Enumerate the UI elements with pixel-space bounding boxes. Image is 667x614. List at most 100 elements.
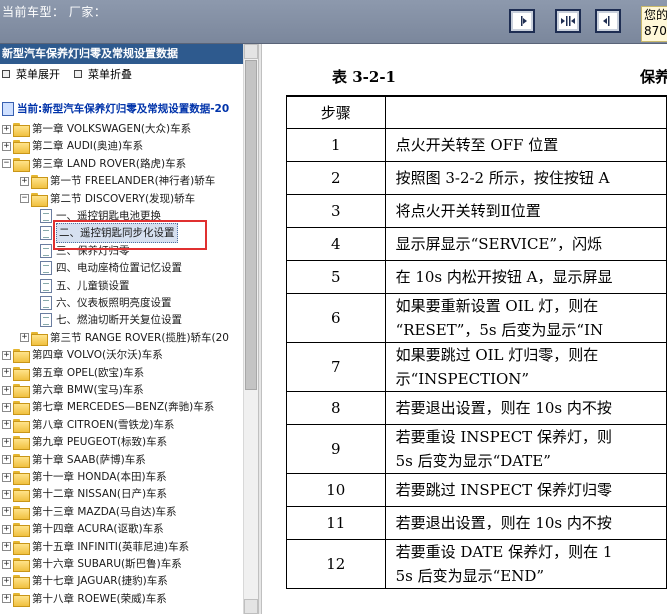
- fit-page-button[interactable]: [555, 9, 581, 33]
- tree-item-label: 第十五章 INFINITI(英菲尼迪)车系: [32, 540, 190, 553]
- next-page-button[interactable]: [595, 9, 621, 33]
- tree-folder-item[interactable]: + 第五章 OPEL(欧宝)车系: [2, 364, 144, 382]
- expand-toggle-icon[interactable]: +: [2, 524, 11, 534]
- tree-item-label: 第二章 AUDI(奥迪)车系: [32, 140, 144, 153]
- tree-item-label: 第三节 RANGE ROVER(揽胜)轿车(20: [50, 331, 229, 344]
- tree-controls: 菜单展开 菜单折叠: [0, 64, 258, 84]
- tree-folder-item[interactable]: − 第三章 LAND ROVER(路虎)车系: [2, 155, 186, 173]
- expand-toggle-icon[interactable]: +: [2, 124, 11, 134]
- tree-item-label: 第十一章 HONDA(本田)车系: [32, 471, 167, 483]
- expand-toggle-icon[interactable]: +: [2, 455, 11, 465]
- folder-icon: [13, 540, 30, 555]
- description-line: 若要退出设置，则在 10s 内不按: [395, 398, 612, 417]
- step-description: 在 10s 内松开按钮 A，显示屏显: [384, 259, 667, 294]
- tree-folder-item[interactable]: + 第三节 RANGE ROVER(揽胜)轿车(20: [20, 329, 229, 347]
- expand-all-label: 菜单展开: [16, 68, 60, 81]
- step-description: 如果要重新设置 OIL 灯，则在 “RESET”，5s 后变为显示“IN: [384, 292, 667, 343]
- description-line: 若要重设 INSPECT 保养灯，则: [395, 427, 612, 446]
- tree-leaf-item[interactable]: 三、保养灯归零: [40, 242, 130, 260]
- tree-leaf-item[interactable]: 一、遥控钥匙电池更换: [40, 207, 161, 225]
- table-row: 6 如果要重新设置 OIL 灯，则在 “RESET”，5s 后变为显示“IN: [286, 292, 667, 343]
- expand-toggle-icon[interactable]: +: [2, 368, 11, 378]
- tree-folder-item[interactable]: + 第二章 AUDI(奥迪)车系: [2, 137, 143, 155]
- expand-toggle-icon[interactable]: +: [2, 141, 11, 151]
- expand-toggle-icon[interactable]: +: [2, 576, 11, 586]
- tree-folder-item[interactable]: + 第十七章 JAGUAR(捷豹)车系: [2, 572, 168, 590]
- tree-root-item[interactable]: 当前:新型汽车保养灯归零及常规设置数据-20: [2, 100, 229, 118]
- tree-folder-item[interactable]: + 第十四章 ACURA(讴歌)车系: [2, 520, 164, 538]
- tree-folder-item[interactable]: + 第八章 CITROEN(雪铁龙)车系: [2, 416, 174, 434]
- tree-folder-item[interactable]: + 第十三章 MAZDA(马自达)车系: [2, 503, 177, 521]
- folder-icon: [13, 505, 30, 520]
- document-icon: [40, 261, 52, 276]
- tree-folder-item[interactable]: + 第十一章 HONDA(本田)车系: [2, 468, 167, 486]
- scrollbar-thumb[interactable]: [245, 60, 257, 390]
- expand-toggle-icon[interactable]: +: [2, 507, 11, 517]
- document-view: 表 3-2-1 保养 步骤 1 点火开关转至 OFF 位置 2 按照图 3-2-2 所…: [262, 44, 667, 614]
- scroll-down-arrow[interactable]: [244, 599, 258, 614]
- expand-toggle-icon[interactable]: +: [2, 385, 11, 395]
- tree-item-label: 二、遥控钥匙同步化设置: [56, 223, 178, 244]
- tree-item-label: 第十七章 JAGUAR(捷豹)车系: [32, 575, 168, 588]
- scroll-up-arrow[interactable]: [244, 44, 258, 59]
- current-car-type-label: 当前车型： 厂家：: [2, 5, 107, 19]
- tree-folder-item[interactable]: + 第十五章 INFINITI(英菲尼迪)车系: [2, 538, 189, 556]
- expand-toggle-icon[interactable]: +: [2, 542, 11, 552]
- expand-toggle-icon[interactable]: +: [2, 402, 11, 412]
- description-line: 点火开关转至 OFF 位置: [395, 135, 559, 154]
- document-icon: [40, 226, 52, 241]
- tree-leaf-item[interactable]: 四、电动座椅位置记忆设置: [40, 259, 182, 277]
- tree-leaf-item[interactable]: 二、遥控钥匙同步化设置: [40, 223, 178, 244]
- tree-folder-item[interactable]: + 第十章 SAAB(萨博)车系: [2, 451, 146, 469]
- collapse-all-button[interactable]: 菜单折叠: [74, 66, 132, 82]
- folder-icon: [13, 592, 30, 607]
- tree-leaf-item[interactable]: 六、仪表板照明亮度设置: [40, 294, 172, 312]
- greeting-text: 您的: [644, 8, 667, 22]
- tree-folder-item[interactable]: + 第一章 VOLKSWAGEN(大众)车系: [2, 120, 191, 138]
- table-row: 4 显示屏显示“SERVICE”，闪烁: [286, 226, 667, 261]
- folder-icon: [13, 123, 30, 137]
- expand-toggle-icon[interactable]: +: [2, 489, 11, 499]
- prev-page-button[interactable]: [509, 9, 535, 33]
- tree-folder-item[interactable]: + 第四章 VOLVO(沃尔沃)车系: [2, 346, 163, 364]
- step-description: 若要重设 INSPECT 保养灯，则 5s 后变为显示“DATE”: [384, 423, 667, 474]
- expand-toggle-icon[interactable]: +: [20, 176, 29, 186]
- collapse-toggle-icon[interactable]: −: [20, 194, 29, 204]
- expand-toggle-icon[interactable]: +: [2, 437, 11, 447]
- table-header-row: 步骤: [286, 95, 667, 129]
- expand-toggle-icon[interactable]: +: [2, 559, 11, 569]
- expand-toggle-icon[interactable]: +: [20, 333, 29, 343]
- next-arrow-icon: [603, 16, 610, 26]
- tree-folder-item[interactable]: − 第二节 DISCOVERY(发现)轿车: [20, 190, 195, 208]
- step-description: 点火开关转至 OFF 位置: [384, 127, 667, 162]
- expand-toggle-icon[interactable]: +: [2, 420, 11, 430]
- tree-folder-item[interactable]: + 第十六章 SUBARU(斯巴鲁)车系: [2, 555, 182, 573]
- tree-folder-item[interactable]: + 第十二章 NISSAN(日产)车系: [2, 485, 167, 503]
- folder-icon: [31, 331, 48, 346]
- tree-folder-item[interactable]: + 第七章 MERCEDES—BENZ(奔驰)车系: [2, 398, 214, 416]
- tree-folder-item[interactable]: + 第一节 FREELANDER(神行者)轿车: [20, 172, 215, 190]
- tree-item-label: 第十六章 SUBARU(斯巴鲁)车系: [32, 558, 182, 570]
- expand-all-button[interactable]: 菜单展开: [2, 66, 60, 82]
- tree-leaf-item[interactable]: 七、燃油切断开关复位设置: [40, 311, 182, 329]
- folder-icon: [13, 157, 30, 172]
- tree-folder-item[interactable]: + 第六章 BMW(宝马)车系: [2, 381, 144, 399]
- tree-item-label: 五、儿童锁设置: [56, 279, 130, 292]
- step-number: 7: [286, 341, 386, 392]
- greeting-number: 870: [644, 24, 667, 38]
- collapse-toggle-icon[interactable]: −: [2, 159, 11, 169]
- step-description: 显示屏显示“SERVICE”，闪烁: [384, 226, 667, 261]
- tree-scrollbar[interactable]: [243, 44, 258, 614]
- folder-icon: [13, 558, 30, 572]
- expand-toggle-icon[interactable]: +: [2, 472, 11, 482]
- tree-folder-item[interactable]: + 第十八章 ROEWE(荣威)车系: [2, 590, 167, 608]
- folder-icon: [13, 523, 30, 538]
- tree-leaf-item[interactable]: 五、儿童锁设置: [40, 277, 130, 295]
- description-line: 5s 后变为显示“DATE”: [395, 451, 551, 470]
- description-line: 若要退出设置，则在 10s 内不按: [395, 513, 612, 532]
- table-title: 保养: [640, 68, 667, 86]
- expand-toggle-icon[interactable]: +: [2, 594, 11, 604]
- expand-toggle-icon[interactable]: +: [2, 350, 11, 360]
- tree-item-label: 三、保养灯归零: [56, 244, 130, 257]
- tree-folder-item[interactable]: + 第九章 PEUGEOT(标致)车系: [2, 433, 167, 451]
